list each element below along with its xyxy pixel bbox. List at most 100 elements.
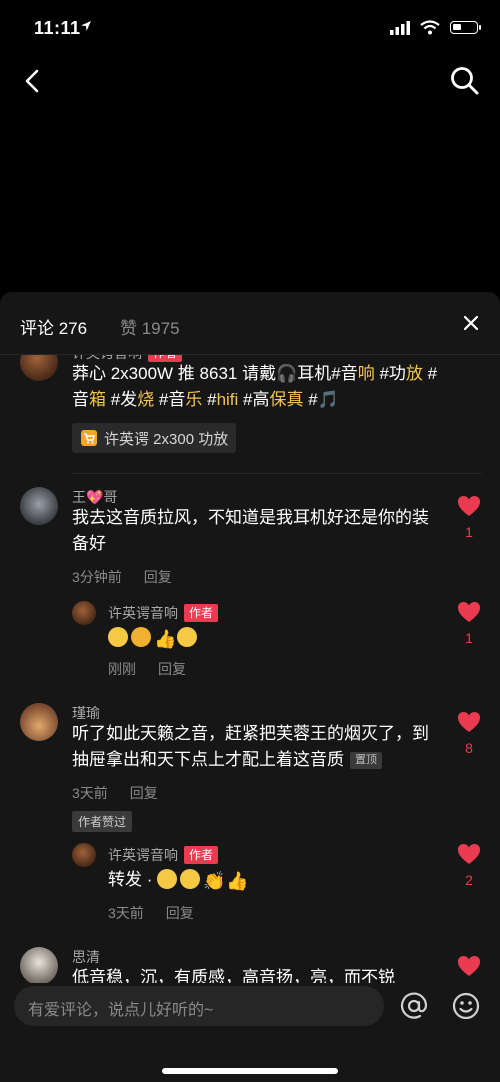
avatar[interactable] (20, 487, 58, 525)
status-bar: 11:11 (0, 0, 500, 58)
mention-at-icon[interactable] (398, 990, 430, 1022)
like-count: 1 (465, 524, 473, 540)
heart-icon (458, 956, 480, 976)
comment-text-fragment: #功 (374, 364, 406, 383)
back-button[interactable] (18, 66, 48, 96)
reply-username[interactable]: 许英谔音响 (108, 845, 178, 865)
comment-item: 许英谔音响 作者 莽心 2x300W 推 8631 请戴🎧耳机#音响 #功放 #… (0, 355, 500, 463)
reply-button[interactable]: 回复 (144, 569, 172, 585)
author-tag: 作者 (184, 846, 219, 864)
reply-item: 许英谔音响 作者 👍 刚刚 回复 1 (0, 599, 500, 679)
comment-text: 我去这音质拉风，不知道是我耳机好还是你的装备好 (72, 508, 429, 553)
music-note-emoji-icon: 🎵 (317, 390, 339, 409)
comment-input-bar: 有爱评论，说点儿好听的~ (0, 986, 500, 1042)
comment-text-fragment: # (202, 390, 217, 409)
reply-time: 3天前 (108, 905, 144, 921)
comment-time: 3天前 (72, 785, 108, 801)
hashtag-highlight[interactable]: 放 (406, 364, 423, 383)
home-indicator[interactable] (162, 1068, 338, 1074)
comment-text-fragment: 耳机#音 (297, 364, 358, 383)
reply-username[interactable]: 许英谔音响 (108, 603, 178, 623)
like-button[interactable]: 8 (456, 711, 482, 756)
comment-text-fragment: # (303, 390, 318, 409)
grin-emoji-icon (108, 627, 128, 647)
reply-meta: 刚刚 回复 (108, 659, 186, 679)
comment-list[interactable]: 许英谔音响 作者 莽心 2x300W 推 8631 请戴🎧耳机#音响 #功放 #… (0, 355, 500, 983)
comment-meta: 3天前 回复 (72, 783, 158, 803)
like-count: 1 (465, 630, 473, 646)
like-button[interactable] (456, 955, 482, 982)
product-name: 许英谔 2x300 功放 (104, 430, 229, 448)
scheming-emoji-icon (131, 627, 151, 647)
heart-icon (458, 712, 480, 732)
avatar[interactable] (72, 843, 96, 867)
hashtag-highlight[interactable]: 箱 (89, 390, 106, 409)
reply-button[interactable]: 回复 (158, 661, 186, 677)
comment-username[interactable]: 王💖哥 (72, 487, 117, 507)
reply-meta: 3天前 回复 (108, 903, 194, 923)
pinned-badge: 置顶 (350, 752, 382, 769)
heart-icon (458, 602, 480, 622)
avatar[interactable] (72, 601, 96, 625)
top-navigation (0, 60, 500, 104)
comment-text: 莽心 2x300W 推 8631 请戴🎧耳机#音响 #功放 #音箱 #发烧 #音… (72, 361, 442, 413)
status-time: 11:11 (34, 18, 81, 38)
shopping-cart-icon (81, 430, 97, 446)
emoji-icon[interactable] (450, 990, 482, 1022)
battery-icon (450, 21, 481, 34)
comment-sheet: 评论 276 赞 1975 许英谔音响 作者 莽心 2x300W 推 8631 … (0, 292, 500, 1082)
headphones-emoji-icon: 🎧 (276, 364, 298, 383)
hashtag-highlight[interactable]: 烧 (137, 390, 154, 409)
like-count: 2 (465, 872, 473, 888)
author-liked-badge: 作者赞过 (72, 811, 133, 832)
like-count: 8 (465, 740, 473, 756)
comment-input[interactable]: 有爱评论，说点儿好听的~ (14, 986, 384, 1026)
hashtag-highlight[interactable]: 乐 (185, 390, 202, 409)
signal-icon (390, 20, 410, 35)
close-button[interactable] (462, 314, 480, 332)
tab-comments[interactable]: 评论 276 (20, 314, 87, 339)
comment-time: 3分钟前 (72, 569, 122, 585)
comment-text: 低音稳，沉，有质感，高音扬，亮，而不锐 (72, 968, 395, 983)
like-button[interactable]: 2 (456, 843, 482, 888)
like-button[interactable]: 1 (456, 601, 482, 646)
comment-item: 王💖哥 我去这音质拉风，不知道是我耳机好还是你的装备好 3分钟前 回复 1 (0, 487, 500, 591)
comment-text: 听了如此天籁之音，赶紧把芙蓉王的烟灭了，到抽屉拿出和天下点上才配上着这音质 置顶 (72, 724, 429, 769)
comment-text-fragment: #高 (238, 390, 270, 409)
comment-text-fragment: #发 (106, 390, 138, 409)
heart-icon (458, 496, 480, 516)
clapping-emoji-icon: 👏 (203, 871, 226, 891)
grin-emoji-icon (157, 869, 178, 889)
tab-likes[interactable]: 赞 1975 (120, 314, 180, 339)
like-button[interactable]: 1 (456, 495, 482, 540)
comment-username[interactable]: 思清 (72, 947, 100, 967)
hashtag-highlight[interactable]: 保真 (269, 390, 303, 409)
reply-button[interactable]: 回复 (130, 785, 158, 801)
comment-item: 瑾瑜 听了如此天籁之音，赶紧把芙蓉王的烟灭了，到抽屉拿出和天下点上才配上着这音质… (0, 703, 500, 833)
location-arrow-icon (81, 21, 91, 31)
thumbs-up-emoji-icon: 👍 (226, 871, 249, 891)
comment-text-fragment: #音 (154, 390, 186, 409)
product-link[interactable]: 许英谔 2x300 功放 (72, 423, 237, 453)
author-tag: 作者 (184, 604, 219, 622)
thumbs-up-emoji-icon: 👍 (154, 629, 177, 649)
search-button[interactable] (448, 64, 482, 98)
laughing-emoji-icon (177, 627, 197, 647)
comment-item: 思清 低音稳，沉，有质感，高音扬，亮，而不锐 (0, 947, 500, 983)
comment-username[interactable]: 瑾瑜 (72, 703, 100, 723)
heart-icon (458, 844, 480, 864)
divider (72, 473, 482, 474)
hashtag-highlight[interactable]: hifi (217, 390, 239, 409)
avatar[interactable] (20, 947, 58, 983)
hashtag-highlight[interactable]: 响 (358, 364, 375, 383)
reply-item: 许英谔音响 作者 转发 · 👏👍 3天前 回复 2 (0, 841, 500, 921)
avatar[interactable] (20, 355, 58, 381)
wifi-icon (420, 20, 440, 35)
comment-meta: 3分钟前 回复 (72, 567, 172, 587)
sheet-header: 评论 276 赞 1975 (0, 292, 500, 355)
avatar[interactable] (20, 703, 58, 741)
laughing-emoji-icon (180, 869, 201, 889)
reply-button[interactable]: 回复 (166, 905, 194, 921)
comment-input-placeholder: 有爱评论，说点儿好听的~ (28, 1002, 214, 1019)
reply-emojis: 👍 (108, 625, 200, 651)
